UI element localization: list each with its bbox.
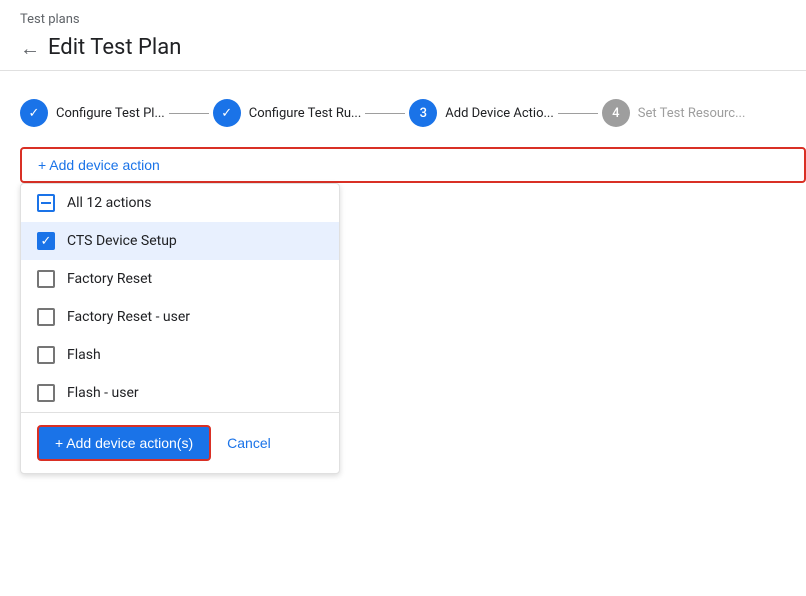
back-button[interactable]: ←: [20, 38, 40, 58]
step-4-icon: 4: [612, 106, 619, 121]
flash-label: Flash: [67, 347, 101, 363]
step-1: ✓ Configure Test Pl...: [20, 99, 165, 127]
step-2-circle: ✓: [213, 99, 241, 127]
all-actions-checkbox[interactable]: [37, 194, 55, 212]
breadcrumb-text: Test plans: [20, 12, 80, 27]
step-3-icon: 3: [420, 106, 427, 121]
indeterminate-icon: [41, 202, 51, 204]
check-icon: ✓: [41, 235, 52, 248]
step-2-label: Configure Test Ru...: [249, 106, 362, 121]
flash-user-label: Flash - user: [67, 385, 139, 401]
add-actions-label: + Add device action(s): [55, 435, 193, 451]
cancel-button[interactable]: Cancel: [223, 427, 275, 459]
flash-user-checkbox[interactable]: [37, 384, 55, 402]
all-actions-item[interactable]: All 12 actions: [21, 184, 339, 222]
step-2: ✓ Configure Test Ru...: [213, 99, 362, 127]
breadcrumb: Test plans: [0, 0, 806, 31]
all-actions-label: All 12 actions: [67, 195, 152, 211]
step-connector-2: [365, 113, 405, 114]
factory-reset-user-checkbox[interactable]: [37, 308, 55, 326]
dropdown-footer: + Add device action(s) Cancel: [21, 412, 339, 473]
dropdown-list: All 12 actions ✓ CTS Device Setup Factor…: [21, 184, 339, 412]
add-device-action-button[interactable]: + Add device action: [20, 147, 806, 183]
step-3-label: Add Device Actio...: [445, 106, 554, 121]
list-item[interactable]: Flash - user: [21, 374, 339, 412]
step-4-label: Set Test Resourc...: [638, 106, 746, 121]
flash-checkbox[interactable]: [37, 346, 55, 364]
step-3-circle: 3: [409, 99, 437, 127]
step-3: 3 Add Device Actio...: [409, 99, 554, 127]
list-item[interactable]: Factory Reset: [21, 260, 339, 298]
list-item[interactable]: ✓ CTS Device Setup: [21, 222, 339, 260]
cts-label: CTS Device Setup: [67, 233, 177, 249]
cts-checkbox[interactable]: ✓: [37, 232, 55, 250]
page-title: Edit Test Plan: [48, 35, 181, 60]
step-4: 4 Set Test Resourc...: [602, 99, 746, 127]
header-divider: [0, 70, 806, 71]
step-1-icon: ✓: [29, 106, 40, 121]
factory-reset-user-label: Factory Reset - user: [67, 309, 190, 325]
factory-reset-checkbox[interactable]: [37, 270, 55, 288]
step-1-circle: ✓: [20, 99, 48, 127]
stepper: ✓ Configure Test Pl... ✓ Configure Test …: [0, 87, 806, 147]
add-actions-button[interactable]: + Add device action(s): [37, 425, 211, 461]
cancel-label: Cancel: [227, 435, 271, 451]
list-item[interactable]: Factory Reset - user: [21, 298, 339, 336]
step-1-label: Configure Test Pl...: [56, 106, 165, 121]
factory-reset-label: Factory Reset: [67, 271, 152, 287]
header-row: ← Edit Test Plan: [0, 31, 806, 70]
step-2-icon: ✓: [221, 106, 232, 121]
step-connector-1: [169, 113, 209, 114]
page-container: Test plans ← Edit Test Plan ✓ Configure …: [0, 0, 806, 596]
add-device-action-label: + Add device action: [38, 157, 160, 173]
step-4-circle: 4: [602, 99, 630, 127]
list-item[interactable]: Flash: [21, 336, 339, 374]
step-connector-3: [558, 113, 598, 114]
dropdown-panel: All 12 actions ✓ CTS Device Setup Factor…: [20, 183, 340, 474]
